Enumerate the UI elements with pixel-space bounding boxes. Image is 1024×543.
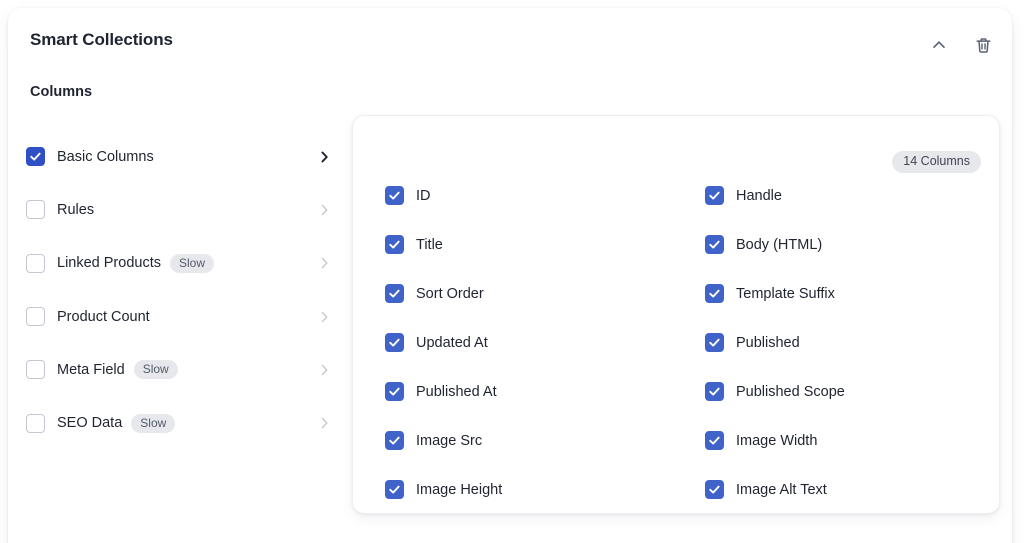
screen: Smart Collections Columns Basic Columns … <box>0 0 1024 543</box>
column-item-label: Image Width <box>736 432 818 449</box>
column-item-published[interactable]: Published <box>705 318 975 367</box>
checkbox-meta-field[interactable] <box>26 360 45 380</box>
column-item-label: Template Suffix <box>736 285 835 302</box>
trash-icon <box>974 36 993 55</box>
column-item-updated-at[interactable]: Updated At <box>385 318 705 367</box>
checkbox-rules[interactable] <box>26 200 45 220</box>
column-item-image-alt-text[interactable]: Image Alt Text <box>705 465 975 514</box>
checkbox-image-alt-text[interactable] <box>705 480 724 499</box>
chevron-right-icon[interactable] <box>317 149 332 164</box>
smart-collections-card: Smart Collections Columns Basic Columns … <box>8 8 1012 543</box>
sidebar-item-label: Rules <box>57 201 95 218</box>
checkbox-image-width[interactable] <box>705 431 724 450</box>
column-item-label: Handle <box>736 187 782 204</box>
column-item-published-scope[interactable]: Published Scope <box>705 367 975 416</box>
column-group-list: Basic Columns Rules Linked Products Slow… <box>26 130 336 450</box>
checkbox-linked-products[interactable] <box>26 253 45 273</box>
sidebar-item-product-count[interactable]: Product Count <box>26 290 336 343</box>
sidebar-item-label: Linked Products <box>57 255 161 272</box>
sidebar-item-rules[interactable]: Rules <box>26 183 336 236</box>
chevron-right-icon[interactable] <box>317 309 332 324</box>
column-item-label: Published Scope <box>736 383 845 400</box>
checkbox-handle[interactable] <box>705 186 724 205</box>
slow-badge: Slow <box>131 413 176 433</box>
column-item-title[interactable]: Title <box>385 220 705 269</box>
column-item-image-width[interactable]: Image Width <box>705 416 975 465</box>
checkbox-product-count[interactable] <box>26 307 45 327</box>
sidebar-item-label: Product Count <box>57 308 150 325</box>
delete-button[interactable] <box>968 30 998 60</box>
sidebar-item-basic-columns[interactable]: Basic Columns <box>26 130 336 183</box>
sidebar-item-meta-field[interactable]: Meta Field Slow <box>26 343 336 396</box>
card-header: Smart Collections <box>8 8 1012 80</box>
column-item-label: Updated At <box>416 334 488 351</box>
page-title: Smart Collections <box>30 30 173 49</box>
column-count-badge: 14 Columns <box>892 151 981 173</box>
column-item-template-suffix[interactable]: Template Suffix <box>705 269 975 318</box>
sidebar-item-label: Basic Columns <box>57 148 154 165</box>
checkbox-seo-data[interactable] <box>26 413 45 433</box>
column-item-label: Published At <box>416 383 497 400</box>
sidebar-item-linked-products[interactable]: Linked Products Slow <box>26 237 336 290</box>
column-item-label: Sort Order <box>416 285 484 302</box>
column-item-label: Body (HTML) <box>736 236 823 253</box>
collapse-button[interactable] <box>924 30 954 60</box>
checkbox-id[interactable] <box>385 186 404 205</box>
column-item-label: Image Alt Text <box>736 481 827 498</box>
checkbox-title[interactable] <box>385 235 404 254</box>
column-item-label: Title <box>416 236 443 253</box>
checkbox-image-src[interactable] <box>385 431 404 450</box>
chevron-right-icon[interactable] <box>317 416 332 431</box>
column-item-label: Image Height <box>416 481 503 498</box>
checkbox-body-html[interactable] <box>705 235 724 254</box>
checkbox-image-height[interactable] <box>385 480 404 499</box>
sidebar-item-label: Meta Field <box>57 361 125 378</box>
column-item-sort-order[interactable]: Sort Order <box>385 269 705 318</box>
header-actions <box>924 30 998 60</box>
column-item-image-src[interactable]: Image Src <box>385 416 705 465</box>
sidebar-item-label: SEO Data <box>57 415 123 432</box>
checkbox-updated-at[interactable] <box>385 333 404 352</box>
checkbox-published-scope[interactable] <box>705 382 724 401</box>
checkbox-published-at[interactable] <box>385 382 404 401</box>
column-item-id[interactable]: ID <box>385 171 705 220</box>
column-item-published-at[interactable]: Published At <box>385 367 705 416</box>
column-item-label: Published <box>736 334 800 351</box>
checkbox-sort-order[interactable] <box>385 284 404 303</box>
slow-badge: Slow <box>169 253 214 273</box>
sidebar-item-seo-data[interactable]: SEO Data Slow <box>26 396 336 449</box>
columns-section-label: Columns <box>30 84 93 100</box>
checkbox-template-suffix[interactable] <box>705 284 724 303</box>
column-checkbox-grid: ID Handle Title Body (HTML) Sort Order T… <box>385 171 975 514</box>
basic-columns-panel: 14 Columns ID Handle Title Body (HTML) S… <box>352 115 1000 514</box>
slow-badge: Slow <box>133 360 178 380</box>
chevron-up-icon <box>930 36 948 54</box>
column-item-image-height[interactable]: Image Height <box>385 465 705 514</box>
column-item-body-html[interactable]: Body (HTML) <box>705 220 975 269</box>
checkbox-published[interactable] <box>705 333 724 352</box>
column-item-handle[interactable]: Handle <box>705 171 975 220</box>
checkbox-basic-columns[interactable] <box>26 147 45 167</box>
column-item-label: ID <box>416 187 431 204</box>
chevron-right-icon[interactable] <box>317 362 332 377</box>
chevron-right-icon[interactable] <box>317 202 332 217</box>
chevron-right-icon[interactable] <box>317 256 332 271</box>
column-item-label: Image Src <box>416 432 483 449</box>
